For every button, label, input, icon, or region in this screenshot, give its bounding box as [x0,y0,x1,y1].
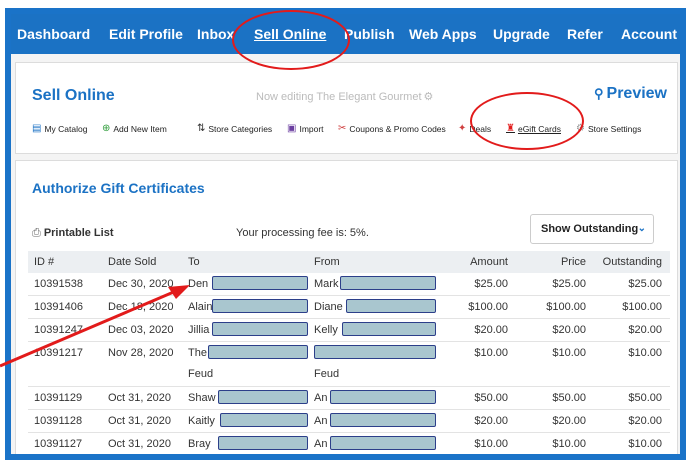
arrow-shaft [0,289,177,368]
annotation-arrow [0,285,190,368]
